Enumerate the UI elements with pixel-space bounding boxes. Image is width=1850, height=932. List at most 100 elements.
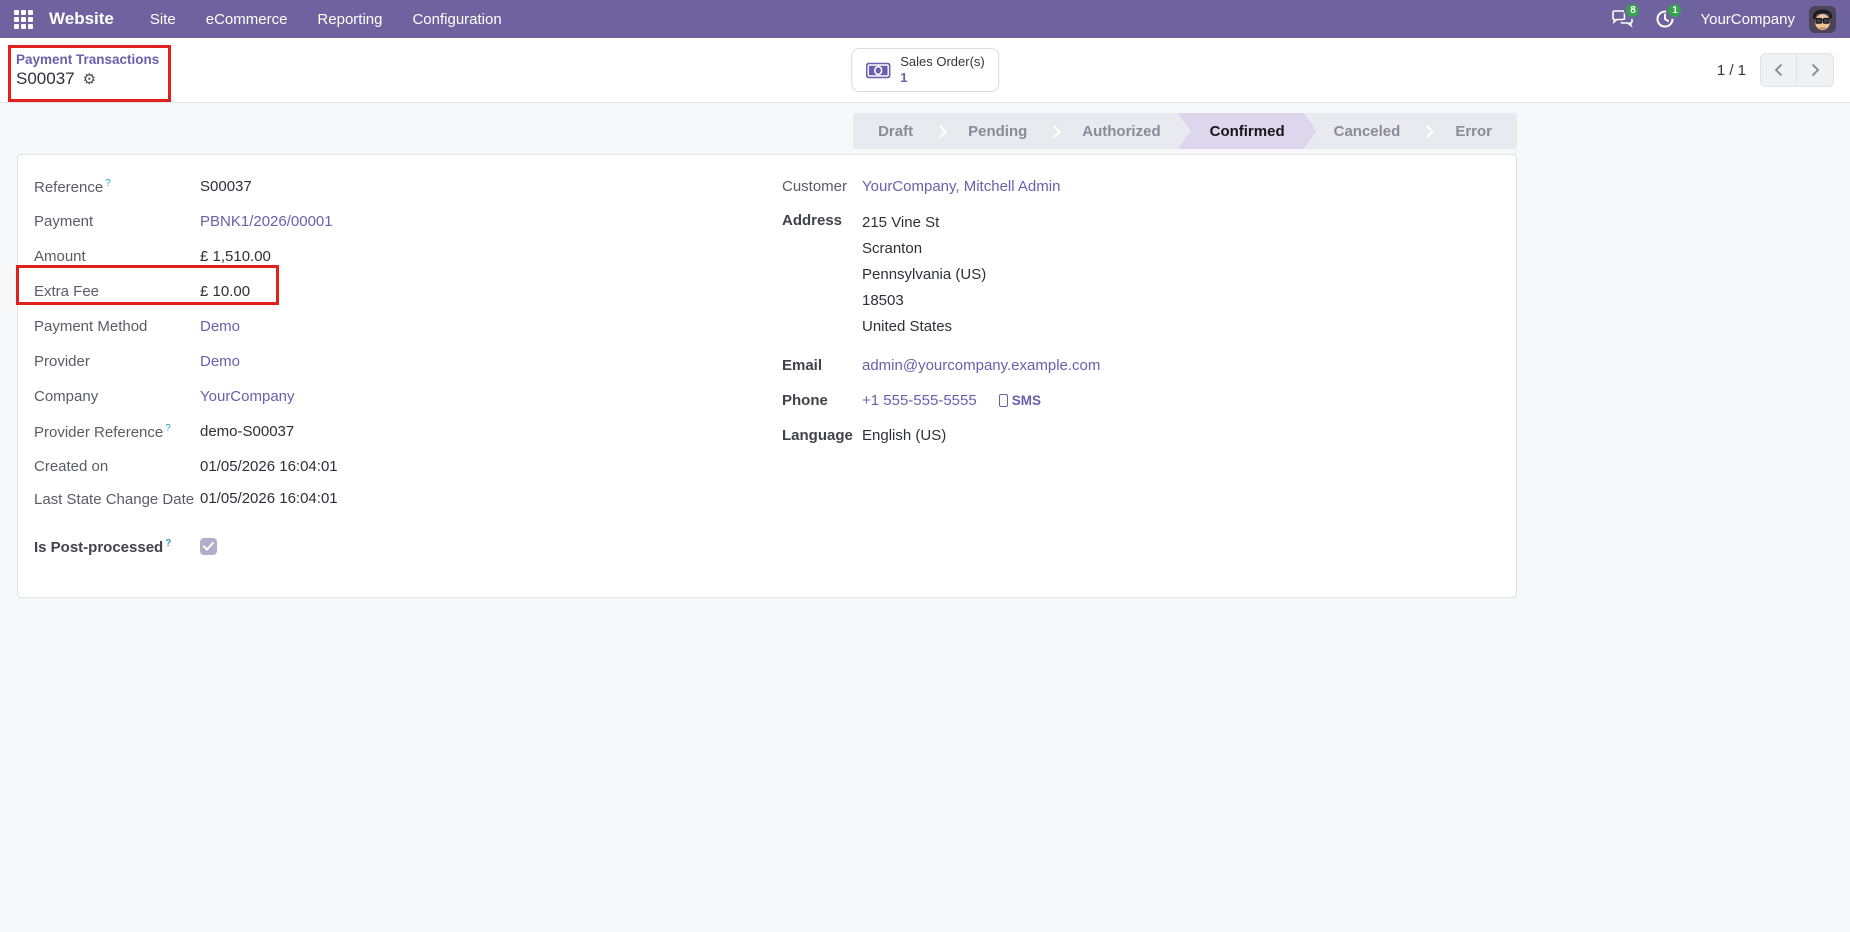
field-row-company: Company YourCompany	[34, 379, 767, 414]
amount-value: £ 1,510.00	[200, 248, 271, 265]
sms-button[interactable]: SMS	[998, 393, 1041, 408]
check-icon	[203, 542, 214, 551]
address-city: Scranton	[862, 240, 923, 257]
address-state: Pennsylvania (US)	[862, 266, 987, 283]
reference-value: S00037	[200, 178, 252, 195]
nav-item-ecommerce[interactable]: eCommerce	[194, 2, 300, 37]
payment-link[interactable]: PBNK1/2026/00001	[200, 213, 333, 230]
breadcrumb-parent-link[interactable]: Payment Transactions	[16, 52, 159, 67]
payment-method-link[interactable]: Demo	[200, 318, 240, 335]
field-row-address: Address 215 Vine St Scranton Pennsylvani…	[782, 204, 1500, 340]
apps-grid-icon[interactable]	[14, 9, 33, 29]
activities-icon[interactable]: 1	[1648, 2, 1684, 34]
form-view: Draft Pending Authorized Confirmed Cance…	[0, 103, 1850, 932]
status-step-error[interactable]: Error	[1430, 113, 1517, 149]
sms-button-label: SMS	[1011, 393, 1041, 408]
mobile-phone-icon	[998, 394, 1008, 407]
field-row-phone: Phone +1 555-555-5555 SMS	[782, 383, 1500, 418]
sales-orders-stat-button[interactable]: Sales Order(s) 1	[851, 47, 999, 93]
activities-badge: 1	[1666, 2, 1684, 19]
language-label: Language	[782, 427, 853, 444]
provider-reference-label: Provider Reference	[34, 423, 164, 441]
breadcrumb: Payment Transactions S00037 ⚙	[16, 52, 159, 89]
provider-label: Provider	[34, 353, 90, 370]
help-icon: ?	[165, 537, 172, 549]
payment-method-label: Payment Method	[34, 318, 148, 335]
amount-label: Amount	[34, 248, 86, 265]
created-on-label: Created on	[34, 458, 109, 475]
address-label: Address	[782, 212, 843, 229]
is-post-processed-checkbox[interactable]	[200, 538, 217, 555]
extra-fee-value: £ 10.00	[200, 283, 251, 300]
status-step-authorized[interactable]: Authorized	[1057, 113, 1185, 149]
user-menu[interactable]: YourCompany	[1700, 11, 1795, 28]
email-link[interactable]: admin@yourcompany.example.com	[862, 357, 1100, 374]
form-group-right: Customer YourCompany, Mitchell Admin Add…	[767, 169, 1500, 564]
gear-icon[interactable]: ⚙	[83, 70, 96, 88]
created-on-value: 01/05/2026 16:04:01	[200, 458, 338, 475]
pager-counter: 1 / 1	[1716, 61, 1746, 79]
field-row-payment: Payment PBNK1/2026/00001	[34, 204, 767, 239]
field-row-amount: Amount £ 1,510.00	[34, 239, 767, 274]
status-step-confirmed[interactable]: Confirmed	[1178, 113, 1317, 149]
last-state-change-value: 01/05/2026 16:04:01	[200, 490, 338, 507]
top-navbar: Website Site eCommerce Reporting Configu…	[0, 0, 1850, 38]
chevron-right-icon	[1811, 63, 1819, 77]
nav-menu: Site eCommerce Reporting Configuration	[138, 2, 514, 37]
pager: 1 / 1	[1717, 53, 1834, 87]
field-row-payment-method: Payment Method Demo	[34, 309, 767, 344]
address-country: United States	[862, 318, 953, 335]
breadcrumb-active-record: S00037	[16, 68, 75, 88]
pager-previous-button[interactable]	[1760, 53, 1797, 87]
control-panel: Payment Transactions S00037 ⚙ Sales Orde…	[0, 38, 1850, 103]
address-street: 215 Vine St	[862, 214, 940, 231]
field-row-created-on: Created on 01/05/2026 16:04:01	[34, 449, 767, 484]
provider-reference-value: demo-S00037	[200, 423, 295, 440]
field-row-language: Language English (US)	[782, 418, 1500, 453]
stat-button-value: 1	[900, 70, 908, 85]
user-avatar[interactable]	[1809, 5, 1836, 33]
pager-next-button[interactable]	[1797, 53, 1834, 87]
messages-badge: 8	[1624, 2, 1642, 19]
stat-button-label: Sales Order(s)	[900, 53, 985, 69]
status-step-canceled[interactable]: Canceled	[1309, 113, 1426, 149]
help-icon: ?	[105, 177, 111, 189]
email-label: Email	[782, 357, 823, 374]
field-row-reference: Reference? S00037	[34, 169, 767, 204]
status-step-draft[interactable]: Draft	[853, 113, 938, 149]
messages-icon[interactable]: 8	[1606, 2, 1642, 34]
help-icon: ?	[165, 422, 171, 434]
phone-label: Phone	[782, 392, 828, 409]
is-post-processed-label: Is Post-processed	[34, 538, 164, 556]
last-state-change-label: Last State Change Date	[34, 491, 195, 508]
phone-link[interactable]: +1 555-555-5555	[862, 392, 977, 409]
field-row-email: Email admin@yourcompany.example.com	[782, 348, 1500, 383]
banknote-icon	[866, 62, 891, 78]
field-row-customer: Customer YourCompany, Mitchell Admin	[782, 169, 1500, 204]
payment-label: Payment	[34, 213, 94, 230]
field-row-is-post-processed: Is Post-processed?	[34, 529, 767, 564]
customer-label: Customer	[782, 178, 848, 195]
chevron-left-icon	[1774, 63, 1783, 77]
field-row-provider: Provider Demo	[34, 344, 767, 379]
reference-label: Reference	[34, 178, 104, 196]
form-group-left: Reference? S00037 Payment PBNK1/2026/000…	[34, 169, 767, 564]
form-sheet: Reference? S00037 Payment PBNK1/2026/000…	[17, 154, 1517, 598]
provider-link[interactable]: Demo	[200, 353, 240, 370]
app-brand[interactable]: Website	[49, 9, 114, 29]
company-label: Company	[34, 388, 99, 405]
avatar-image	[1809, 5, 1836, 33]
field-row-extra-fee: Extra Fee £ 10.00	[34, 274, 767, 309]
nav-item-reporting[interactable]: Reporting	[305, 2, 394, 37]
status-step-pending[interactable]: Pending	[943, 113, 1052, 149]
address-value: 215 Vine St Scranton Pennsylvania (US) 1…	[862, 210, 986, 340]
nav-item-configuration[interactable]: Configuration	[400, 2, 513, 37]
address-zip: 18503	[862, 292, 904, 309]
company-link[interactable]: YourCompany	[200, 388, 295, 405]
customer-link[interactable]: YourCompany, Mitchell Admin	[862, 178, 1060, 195]
status-bar: Draft Pending Authorized Confirmed Cance…	[853, 113, 1517, 149]
nav-item-site[interactable]: Site	[138, 2, 188, 37]
field-row-last-state-change: Last State Change Date 01/05/2026 16:04:…	[34, 484, 767, 519]
field-row-provider-reference: Provider Reference? demo-S00037	[34, 414, 767, 449]
extra-fee-label: Extra Fee	[34, 283, 100, 300]
